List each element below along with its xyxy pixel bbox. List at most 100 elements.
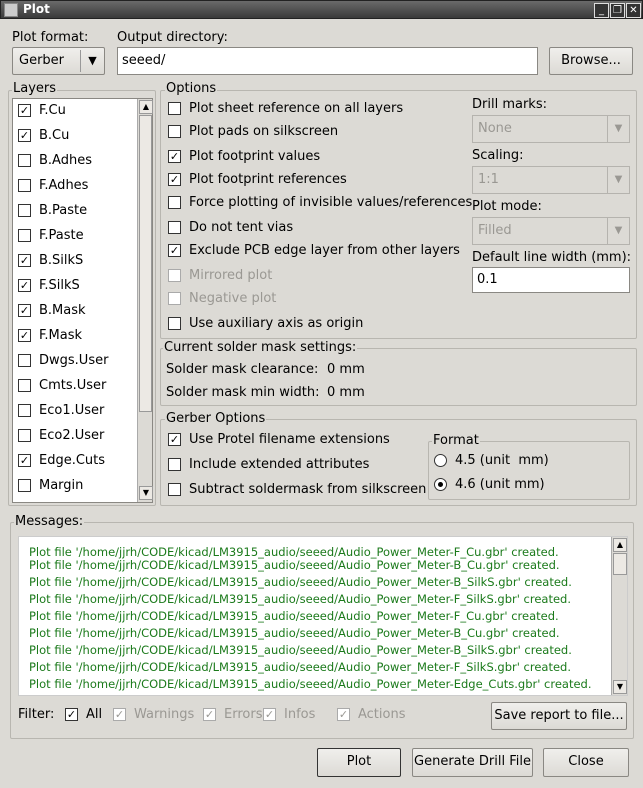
- checkbox-icon[interactable]: [168, 196, 181, 209]
- layer-item[interactable]: Cmts.User: [18, 378, 106, 393]
- layer-item[interactable]: B.Paste: [18, 203, 87, 218]
- layer-item[interactable]: ✓ F.Mask: [18, 328, 82, 343]
- checkbox-icon[interactable]: [18, 429, 31, 442]
- save-report-button[interactable]: Save report to file...: [491, 702, 627, 730]
- option-checkbox[interactable]: ✓ Plot footprint values: [168, 149, 320, 164]
- checkbox-checked-icon[interactable]: ✓: [168, 433, 181, 446]
- generate-drill-file-button[interactable]: Generate Drill File: [412, 748, 533, 777]
- radio-icon[interactable]: [434, 454, 447, 467]
- checkbox-icon[interactable]: [18, 154, 31, 167]
- layer-item[interactable]: ✓ F.Cu: [18, 103, 66, 118]
- checkbox-checked-icon[interactable]: ✓: [65, 708, 78, 721]
- layer-item[interactable]: F.Adhes: [18, 178, 88, 193]
- checkbox-checked-icon[interactable]: ✓: [18, 329, 31, 342]
- layers-title: Layers: [12, 81, 58, 96]
- checkbox-checked-icon[interactable]: ✓: [18, 104, 31, 117]
- option-checkbox[interactable]: ✓ Exclude PCB edge layer from other layer…: [168, 243, 460, 258]
- checkbox-icon[interactable]: [18, 379, 31, 392]
- option-checkbox-label: Force plotting of invisible values/refer…: [189, 195, 473, 210]
- close-button[interactable]: Close: [543, 748, 629, 777]
- format-radio-label: 4.5 (unit mm): [455, 453, 549, 468]
- clearance-value: 0 mm: [327, 362, 365, 377]
- format-radio[interactable]: 4.5 (unit mm): [434, 453, 549, 468]
- option-checkbox: Mirrored plot: [168, 268, 272, 283]
- scroll-thumb[interactable]: [613, 553, 627, 575]
- layer-item[interactable]: ✓ Edge.Cuts: [18, 453, 105, 468]
- checkbox-icon[interactable]: [18, 204, 31, 217]
- checkbox-icon[interactable]: [18, 229, 31, 242]
- scroll-up-icon[interactable]: ▲: [139, 100, 153, 114]
- checkbox-checked-icon[interactable]: ✓: [18, 454, 31, 467]
- checkbox-icon[interactable]: [18, 404, 31, 417]
- checkbox-icon[interactable]: [168, 102, 181, 115]
- checkbox-checked-icon[interactable]: ✓: [18, 304, 31, 317]
- option-checkbox: Negative plot: [168, 291, 276, 306]
- layer-item[interactable]: ✓ B.Mask: [18, 303, 86, 318]
- scroll-down-icon[interactable]: ▼: [613, 680, 627, 694]
- format-radio[interactable]: 4.6 (unit mm): [434, 477, 545, 492]
- plot-mode-select: Filled ▼: [472, 217, 630, 245]
- checkbox-icon[interactable]: [168, 317, 181, 330]
- layer-item[interactable]: Eco2.User: [18, 428, 104, 443]
- checkbox-checked-icon[interactable]: ✓: [168, 173, 181, 186]
- checkbox-icon[interactable]: [18, 479, 31, 492]
- layers-scrollbar[interactable]: ▲ ▼: [137, 99, 153, 502]
- layer-item[interactable]: Margin: [18, 478, 83, 493]
- checkbox-checked-icon[interactable]: ✓: [18, 129, 31, 142]
- close-icon[interactable]: ✕: [626, 3, 641, 18]
- checkbox-icon[interactable]: [168, 483, 181, 496]
- option-checkbox-label: Negative plot: [189, 291, 277, 306]
- layer-item-label: B.SilkS: [39, 253, 84, 268]
- layer-item[interactable]: ✓ B.Cu: [18, 128, 69, 143]
- browse-button[interactable]: Browse...: [549, 47, 633, 75]
- plot-button[interactable]: Plot: [317, 748, 401, 777]
- filter-checkbox-label: Warnings: [134, 707, 195, 722]
- minimize-icon[interactable]: _: [594, 3, 609, 18]
- radio-icon[interactable]: [434, 478, 447, 491]
- checkbox-icon[interactable]: [168, 458, 181, 471]
- layer-item-label: Margin: [39, 478, 84, 493]
- layer-item-label: B.Paste: [39, 203, 88, 218]
- option-checkbox[interactable]: Plot pads on silkscreen: [168, 124, 338, 139]
- layer-item[interactable]: Dwgs.User: [18, 353, 108, 368]
- option-checkbox[interactable]: Do not tent vias: [168, 220, 293, 235]
- messages-scrollbar[interactable]: ▲ ▼: [611, 537, 627, 695]
- filter-checkbox: ✓ Errors: [203, 707, 262, 722]
- plot-format-select[interactable]: Gerber ▼: [12, 47, 105, 75]
- line-width-input[interactable]: 0.1: [472, 267, 630, 293]
- checkbox-icon[interactable]: [168, 221, 181, 234]
- layer-item[interactable]: Eco1.User: [18, 403, 104, 418]
- option-checkbox[interactable]: Plot sheet reference on all layers: [168, 101, 403, 116]
- gerber-checkbox[interactable]: ✓ Use Protel filename extensions: [168, 432, 390, 447]
- maximize-icon[interactable]: ❐: [610, 3, 625, 18]
- scroll-down-icon[interactable]: ▼: [139, 486, 153, 500]
- checkbox-checked-icon[interactable]: ✓: [168, 150, 181, 163]
- option-checkbox[interactable]: ✓ Plot footprint references: [168, 172, 347, 187]
- message-line: Plot file '/home/jjrh/CODE/kicad/LM3915_…: [29, 677, 592, 691]
- gerber-checkbox[interactable]: Subtract soldermask from silkscreen: [168, 482, 426, 497]
- checkbox-icon[interactable]: [18, 354, 31, 367]
- scaling-label: Scaling:: [472, 148, 524, 163]
- checkbox-icon[interactable]: [168, 125, 181, 138]
- gerber-checkbox-label: Subtract soldermask from silkscreen: [189, 482, 427, 497]
- layer-item[interactable]: F.Paste: [18, 228, 84, 243]
- option-checkbox[interactable]: Use auxiliary axis as origin: [168, 316, 363, 331]
- option-checkbox[interactable]: Force plotting of invisible values/refer…: [168, 195, 472, 210]
- checkbox-icon[interactable]: [18, 179, 31, 192]
- gerber-checkbox[interactable]: Include extended attributes: [168, 457, 369, 472]
- layer-item[interactable]: ✓ B.SilkS: [18, 253, 83, 268]
- output-dir-input[interactable]: seeed/: [117, 47, 538, 75]
- checkbox-checked-icon: ✓: [263, 708, 276, 721]
- scroll-thumb[interactable]: [139, 115, 152, 412]
- layer-item[interactable]: ✓ F.SilkS: [18, 278, 80, 293]
- message-line: Plot file '/home/jjrh/CODE/kicad/LM3915_…: [29, 660, 571, 674]
- layer-item[interactable]: B.Adhes: [18, 153, 92, 168]
- layer-item-label: Dwgs.User: [39, 353, 109, 368]
- min-width-value: 0 mm: [327, 385, 365, 400]
- filter-checkbox[interactable]: ✓ All: [65, 707, 102, 722]
- checkbox-checked-icon[interactable]: ✓: [168, 244, 181, 257]
- checkbox-checked-icon[interactable]: ✓: [18, 279, 31, 292]
- app-icon: [4, 3, 18, 17]
- scroll-up-icon[interactable]: ▲: [613, 538, 627, 552]
- checkbox-checked-icon[interactable]: ✓: [18, 254, 31, 267]
